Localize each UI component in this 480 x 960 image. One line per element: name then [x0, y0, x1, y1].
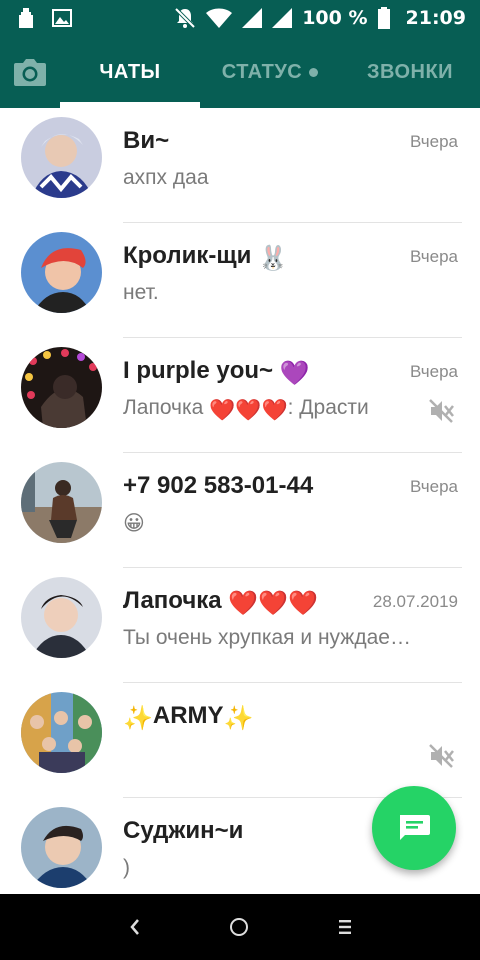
wifi-icon: [206, 8, 233, 28]
chat-list: Ви~ Вчера ахпх даа Кролик-щи 🐰 Вчера нет…: [0, 108, 480, 894]
chat-row-krolik[interactable]: Кролик-щи 🐰 Вчера нет.: [0, 223, 480, 338]
chat-row-vi[interactable]: Ви~ Вчера ахпх даа: [0, 108, 480, 223]
mute-notifications-icon: [174, 7, 196, 29]
chat-last-message: Лапочка ❤️❤️❤️: Драсти: [123, 396, 369, 422]
chat-name: Суджин~и: [123, 817, 244, 844]
chat-name: Ви~: [123, 127, 170, 154]
signal-icon: [272, 8, 293, 28]
clock: 21:09: [405, 7, 466, 29]
mute-icon: [429, 744, 454, 768]
usb-icon: [19, 8, 33, 28]
chat-name: I purple you~ 💜: [123, 357, 310, 387]
avatar[interactable]: [21, 577, 102, 658]
chat-row-phone-number[interactable]: +7 902 583-01-44 Вчера 😀: [0, 453, 480, 568]
sparkles-emoji: ✨: [123, 705, 153, 732]
home-icon[interactable]: [230, 918, 248, 936]
chat-last-message: Ты очень хрупкая и нуждае…: [123, 626, 411, 649]
tab-calls[interactable]: ЗВОНКИ: [345, 36, 475, 108]
chat-row-i-purple-you[interactable]: I purple you~ 💜 Вчера Лапочка ❤️❤️❤️: Др…: [0, 338, 480, 453]
new-chat-button[interactable]: [372, 786, 456, 870]
status-bar: 100 % 21:09: [0, 0, 480, 36]
chat-row-lapochka[interactable]: Лапочка ❤️❤️❤️ 28.07.2019 Ты очень хрупк…: [0, 568, 480, 683]
chat-time: 28.07.2019: [372, 592, 458, 611]
avatar[interactable]: [21, 692, 102, 773]
tab-status[interactable]: СТАТУС: [205, 36, 335, 108]
chat-row-army[interactable]: ✨ARMY✨: [0, 683, 480, 798]
chat-time: Вчера: [410, 477, 458, 496]
tab-chats[interactable]: ЧАТЫ: [60, 36, 200, 108]
mute-icon: [429, 399, 454, 423]
recents-icon[interactable]: [338, 919, 352, 935]
back-icon[interactable]: [124, 914, 144, 940]
system-nav-bar: [0, 894, 480, 960]
status-update-dot: [309, 67, 319, 77]
avatar[interactable]: [21, 117, 102, 198]
battery-icon: [377, 7, 390, 29]
tab-bar: ЧАТЫ СТАТУС ЗВОНКИ: [0, 36, 480, 108]
rabbit-emoji: 🐰: [258, 245, 288, 272]
chat-last-message: нет.: [123, 281, 159, 304]
chat-name: Кролик-щи 🐰: [123, 242, 288, 272]
red-hearts-emoji: ❤️❤️❤️: [209, 399, 288, 422]
chat-time: Вчера: [410, 247, 458, 266]
image-icon: [52, 9, 72, 27]
new-chat-icon: [400, 815, 430, 840]
chat-last-message: 😀: [123, 512, 145, 535]
avatar[interactable]: [21, 232, 102, 313]
chat-name: +7 902 583-01-44: [123, 472, 314, 499]
avatar[interactable]: [21, 347, 102, 428]
chat-name: Лапочка ❤️❤️❤️: [123, 587, 318, 617]
chat-name: ✨ARMY✨: [123, 702, 254, 732]
red-hearts-emoji: ❤️❤️❤️: [228, 590, 318, 617]
avatar[interactable]: [21, 807, 102, 888]
purple-heart-emoji: 💜: [279, 360, 310, 387]
camera-icon[interactable]: [12, 56, 48, 88]
battery-percent: 100 %: [302, 7, 368, 29]
sparkles-emoji: ✨: [223, 705, 254, 732]
signal-icon: [242, 8, 263, 28]
chat-time: Вчера: [410, 132, 458, 151]
message-sender: Лапочка: [123, 396, 204, 419]
avatar[interactable]: [21, 462, 102, 543]
chat-last-message: ахпх даа: [123, 166, 209, 189]
chat-time: Вчера: [410, 362, 458, 381]
